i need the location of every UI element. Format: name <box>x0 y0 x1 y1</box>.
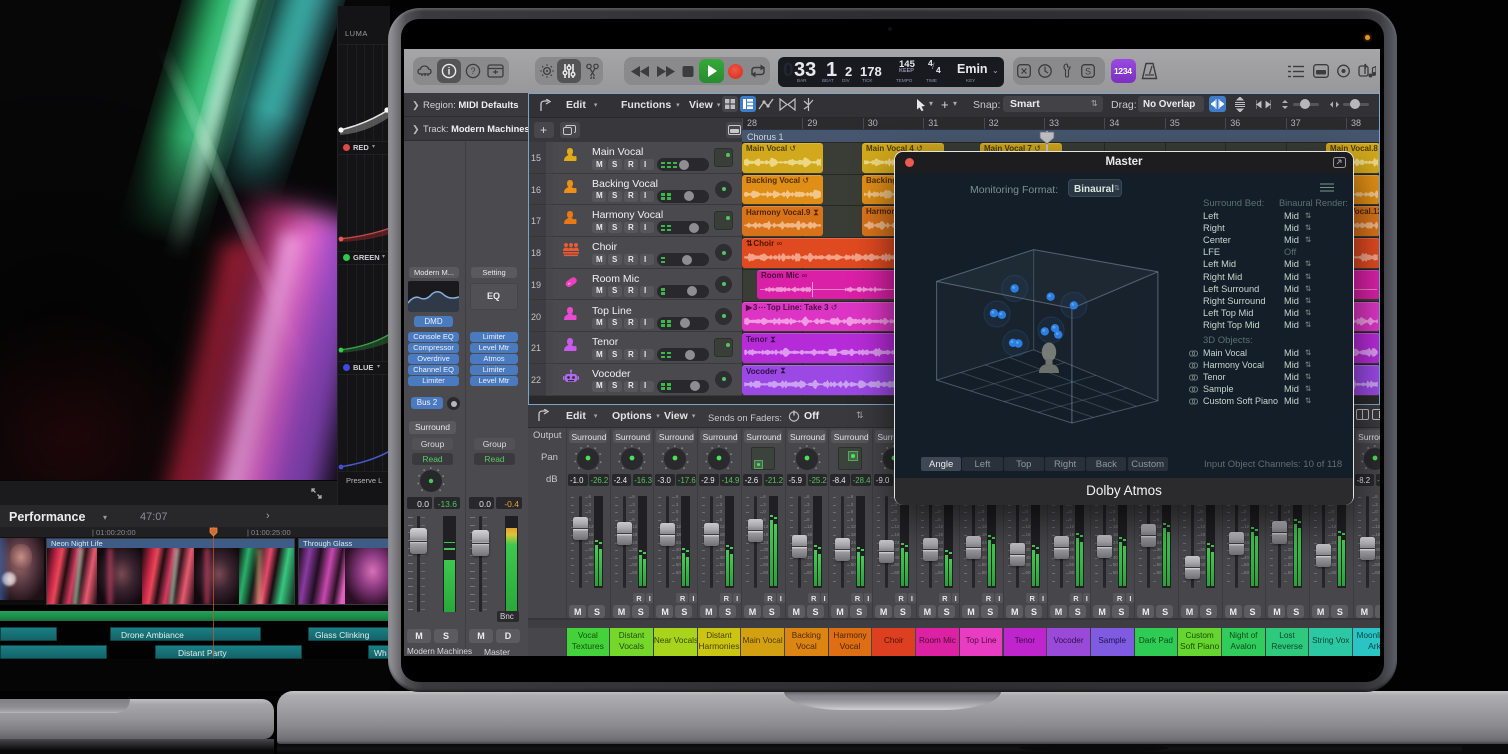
svg-text:?: ? <box>470 66 475 76</box>
svg-text:S: S <box>1085 67 1091 77</box>
svg-text:i: i <box>448 67 451 78</box>
